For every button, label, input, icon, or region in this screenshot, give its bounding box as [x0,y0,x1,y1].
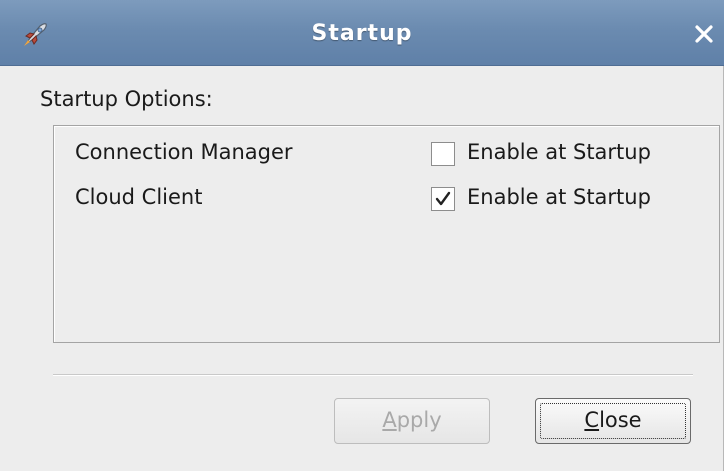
apply-label-rest: pply [396,408,442,432]
option-name: Connection Manager [75,140,293,164]
startup-dialog: Startup Startup Options: Connection Mana… [0,0,724,471]
section-label: Startup Options: [40,87,213,111]
close-button[interactable]: Close [535,398,691,444]
close-icon[interactable] [690,20,718,48]
close-label-rest: lose [599,408,642,432]
enable-startup-checkbox-cloud-client[interactable] [431,187,455,211]
option-row-connection-manager: Connection Manager Enable at Startup [54,136,719,170]
option-row-cloud-client: Cloud Client Enable at Startup [54,181,719,215]
checkbox-label[interactable]: Enable at Startup [467,185,651,209]
checkmark-icon [435,191,451,206]
startup-options-frame: Connection Manager Enable at Startup Clo… [53,125,720,343]
apply-mnemonic: A [382,408,397,432]
option-name: Cloud Client [75,185,203,209]
window-title: Startup [311,21,413,46]
enable-startup-checkbox-connection-manager[interactable] [431,142,455,166]
checkbox-label[interactable]: Enable at Startup [467,140,651,164]
close-mnemonic: C [584,408,600,432]
title-bar[interactable]: Startup [0,0,724,66]
divider [53,374,693,376]
apply-button[interactable]: Apply [334,398,490,444]
